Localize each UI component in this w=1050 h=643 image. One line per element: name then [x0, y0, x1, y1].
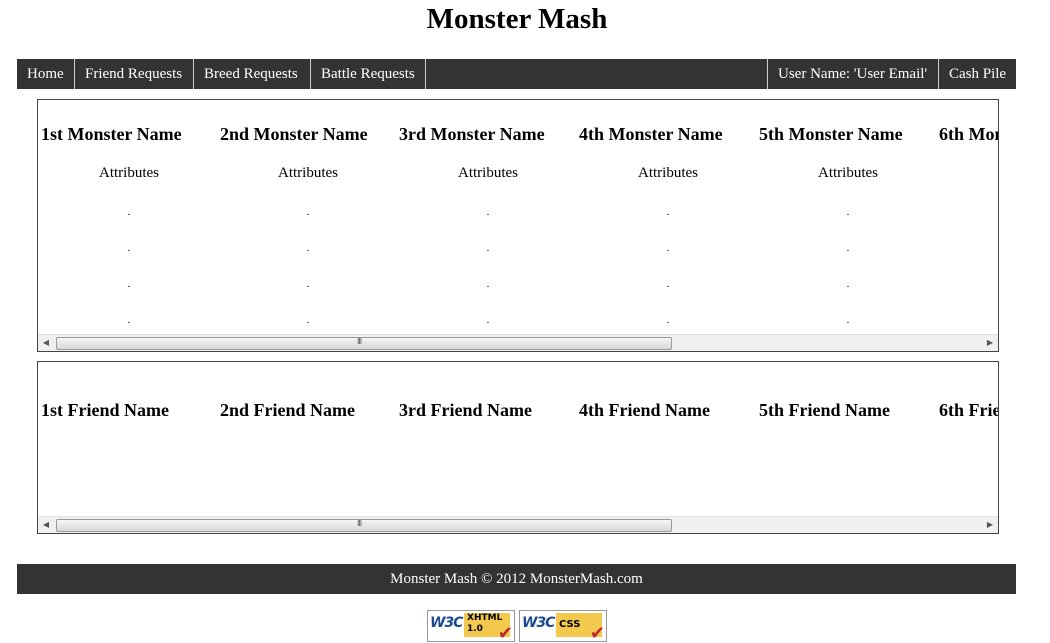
nav-friend-requests-link[interactable]: Friend Requests: [85, 59, 182, 89]
nav-cash-pile-link[interactable]: Cash Pile: [949, 59, 1006, 89]
monster-list-panel: 1st Monster Name 2nd Monster Name 3rd Mo…: [37, 99, 999, 352]
nav-home-link[interactable]: Home: [27, 59, 64, 89]
w3c-logo: W3C: [430, 615, 463, 631]
attribute-value: .: [486, 278, 490, 290]
monster-name[interactable]: 5th Monster Name: [759, 124, 939, 145]
attribute-value: .: [127, 242, 131, 254]
attribute-value: .: [846, 278, 850, 290]
monster-name[interactable]: 4th Monster Name: [579, 124, 759, 145]
nav-divider: [74, 59, 75, 89]
attributes-label: Attributes: [99, 165, 159, 181]
nav-user-name-link[interactable]: User Name: 'User Email': [778, 59, 927, 89]
attribute-value: .: [486, 314, 490, 326]
nav-divider: [767, 59, 768, 89]
scrollbar-grip: III: [357, 337, 362, 346]
attribute-value: .: [666, 206, 670, 218]
attribute-value: .: [127, 206, 131, 218]
friend-name[interactable]: 2nd Friend Name: [220, 400, 400, 421]
monster-name[interactable]: 1st Monster Name: [41, 124, 221, 145]
attribute-value: .: [486, 206, 490, 218]
friend-name[interactable]: 3rd Friend Name: [399, 400, 579, 421]
attribute-value: .: [666, 278, 670, 290]
monster-name[interactable]: 2nd Monster Name: [220, 124, 400, 145]
scroll-right-arrow-icon[interactable]: ▶: [982, 517, 998, 533]
scrollbar-thumb[interactable]: III: [56, 519, 672, 532]
scrollbar-thumb[interactable]: III: [56, 337, 672, 350]
attribute-value: .: [306, 314, 310, 326]
css-label: CSS: [559, 619, 581, 630]
page-title: Monster Mash: [426, 3, 608, 35]
attribute-value: .: [306, 278, 310, 290]
friend-name[interactable]: 5th Friend Name: [759, 400, 939, 421]
w3c-xhtml-badge[interactable]: W3C XHTML 1.0 ✔: [427, 610, 515, 642]
w3c-logo: W3C: [522, 615, 555, 631]
checkmark-icon: ✔: [589, 623, 605, 642]
friend-list-panel: 1st Friend Name 2nd Friend Name 3rd Frie…: [37, 361, 999, 534]
attribute-value: .: [486, 242, 490, 254]
attributes-label: Attributes: [818, 165, 878, 181]
scroll-left-arrow-icon[interactable]: ◀: [38, 517, 54, 533]
friend-name[interactable]: 6th Friend Name: [939, 400, 998, 421]
attribute-value: .: [846, 314, 850, 326]
attributes-label: Attributes: [458, 165, 518, 181]
scroll-left-arrow-icon[interactable]: ◀: [38, 335, 54, 351]
nav-breed-requests-link[interactable]: Breed Requests: [204, 59, 298, 89]
attribute-value: .: [846, 206, 850, 218]
checkmark-icon: ✔: [497, 623, 513, 642]
nav-divider: [938, 59, 939, 89]
scrollbar-grip: III: [357, 519, 362, 528]
monster-name[interactable]: 3rd Monster Name: [399, 124, 579, 145]
nav-divider: [310, 59, 311, 89]
friend-name[interactable]: 1st Friend Name: [41, 400, 221, 421]
top-nav-bar: Home Friend Requests Breed Requests Batt…: [17, 59, 1016, 89]
footer: Monster Mash © 2012 MonsterMash.com: [17, 564, 1016, 594]
attribute-value: .: [666, 314, 670, 326]
attribute-value: .: [846, 242, 850, 254]
nav-divider: [193, 59, 194, 89]
attribute-value: .: [306, 242, 310, 254]
attribute-value: .: [666, 242, 670, 254]
scroll-right-arrow-icon[interactable]: ▶: [982, 335, 998, 351]
w3c-css-badge[interactable]: W3C CSS ✔: [519, 610, 607, 642]
monster-horizontal-scrollbar[interactable]: ◀ III ▶: [38, 334, 998, 351]
attribute-value: .: [127, 278, 131, 290]
attribute-value: .: [306, 206, 310, 218]
nav-battle-requests-link[interactable]: Battle Requests: [321, 59, 415, 89]
attributes-label: Attributes: [278, 165, 338, 181]
monster-name[interactable]: 6th Monster Name: [939, 124, 998, 145]
friend-horizontal-scrollbar[interactable]: ◀ III ▶: [38, 516, 998, 533]
nav-divider: [425, 59, 426, 89]
attribute-value: .: [127, 314, 131, 326]
friend-name[interactable]: 4th Friend Name: [579, 400, 759, 421]
attributes-label: Attributes: [638, 165, 698, 181]
